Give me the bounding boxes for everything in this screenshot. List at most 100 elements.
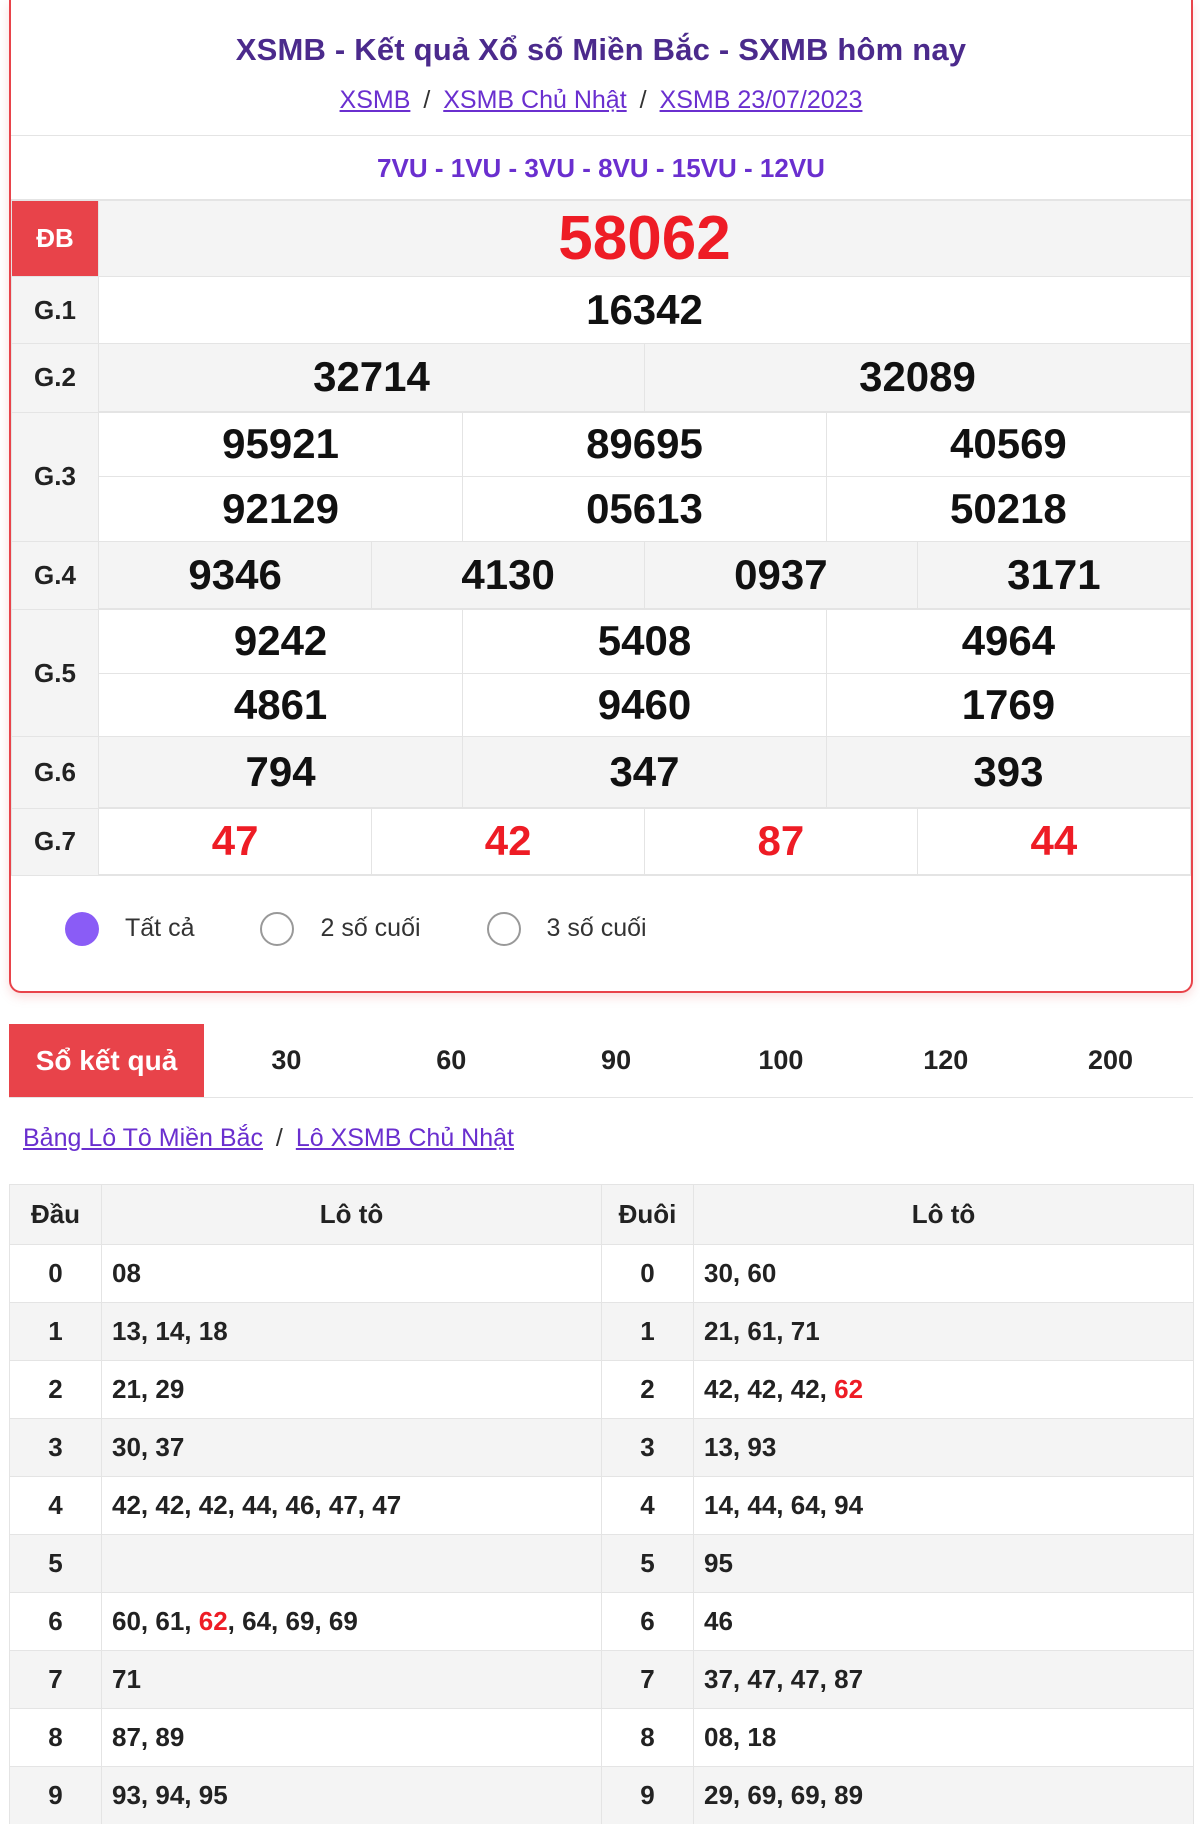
loto-separator: , [184, 1316, 199, 1346]
loto-digit: 8 [9, 1708, 102, 1767]
tab-100[interactable]: 100 [698, 1024, 863, 1097]
loto-separator: , [819, 1374, 835, 1404]
breadcrumb-separator: / [275, 1124, 283, 1152]
prize-number: 89695 [462, 412, 827, 477]
loto-row: 2 21, 29 2 42, 42, 42, 62 [9, 1360, 1194, 1419]
loto-digit: 1 [601, 1302, 694, 1361]
loto-number: 60 [112, 1606, 141, 1636]
loto-number: 87 [834, 1664, 864, 1694]
loto-number: 69 [747, 1780, 777, 1810]
loto-number: 71 [790, 1316, 820, 1346]
loto-number: 89 [155, 1722, 185, 1752]
prize-number: 50218 [950, 484, 1067, 532]
loto-separator: , [776, 1490, 791, 1520]
loto-separator: , [184, 1490, 199, 1520]
filter-option-last-3[interactable]: 3 số cuối [486, 911, 647, 946]
tab-120[interactable]: 120 [863, 1024, 1028, 1097]
loto-separator: , [819, 1664, 835, 1694]
breadcrumb-link-xsmb[interactable]: XSMB [340, 86, 411, 114]
loto-separator: , [140, 1316, 156, 1346]
loto-number: 13 [704, 1432, 733, 1462]
loto-separator: , [732, 1722, 748, 1752]
loto-number: 21 [704, 1316, 733, 1346]
prize-row-g5: G.5 9242 5408 4964 4861 9460 1769 [11, 609, 1191, 737]
prize-number: 0937 [644, 541, 918, 609]
radio-unselected-icon[interactable] [260, 911, 295, 946]
loto-number: 87 [112, 1722, 141, 1752]
loto-digit: 4 [9, 1476, 102, 1535]
loto-number: 08 [112, 1258, 141, 1288]
prize-label: G.4 [11, 540, 99, 610]
prize-number: 5408 [462, 610, 827, 674]
prize-number: 42 [371, 808, 645, 875]
loto-separator: , [140, 1432, 156, 1462]
prize-row-db: ĐB 58062 [11, 200, 1191, 277]
loto-list: 71 [101, 1650, 602, 1709]
loto-separator: , [314, 1606, 329, 1636]
filter-option-all[interactable]: Tất cả [65, 911, 194, 946]
tab-60[interactable]: 60 [369, 1024, 534, 1097]
prize-row-g2: G.2 32714 32089 [11, 343, 1191, 413]
breadcrumb-separator: / [423, 86, 431, 114]
prize-number: 4861 [99, 673, 464, 736]
loto-number: 46 [704, 1606, 733, 1636]
breadcrumb: XSMB / XSMB Chủ Nhật / XSMB 23/07/2023 [11, 86, 1191, 115]
loto-row: 6 60, 61, 62, 64, 69, 69 6 46 [9, 1592, 1194, 1651]
prize-label: G.3 [11, 411, 99, 542]
loto-number: 69 [790, 1780, 820, 1810]
prize-number: 9242 [99, 610, 464, 674]
column-header-loto: Lô tô [693, 1184, 1194, 1245]
loto-list: 30, 37 [101, 1418, 602, 1477]
breadcrumb-link-bang-lo-to[interactable]: Bảng Lô Tô Miền Bắc [23, 1124, 263, 1152]
loto-number: 47 [372, 1490, 402, 1520]
loto-number: 61 [155, 1606, 185, 1636]
loto-list: 29, 69, 69, 89 [693, 1766, 1194, 1824]
prize-number: 794 [99, 737, 464, 808]
tab-so-ket-qua[interactable]: Sổ kết quả [9, 1024, 204, 1097]
loto-number: 89 [834, 1780, 864, 1810]
loto-list: 37, 47, 47, 87 [693, 1650, 1194, 1709]
prize-number: 9346 [99, 541, 373, 609]
prize-number: 44 [917, 808, 1190, 875]
prize-number: 16342 [98, 276, 1191, 344]
loto-row: 7 71 7 37, 47, 47, 87 [9, 1650, 1194, 1709]
prize-number: 347 [462, 737, 827, 808]
filter-option-last-2[interactable]: 2 số cuối [260, 911, 421, 946]
loto-digit: 1 [9, 1302, 102, 1361]
prize-label: G.2 [11, 343, 99, 413]
loto-list: 42, 42, 42, 44, 46, 47, 47 [101, 1476, 602, 1535]
loto-digit: 8 [601, 1708, 694, 1767]
loto-separator: , [357, 1490, 373, 1520]
loto-number: 95 [704, 1548, 733, 1578]
loto-number: 18 [198, 1316, 228, 1346]
column-header-dau: Đầu [9, 1184, 102, 1245]
prize-row-g1: G.1 16342 [11, 276, 1191, 344]
radio-selected-icon[interactable] [65, 911, 99, 946]
loto-separator: , [732, 1258, 748, 1288]
breadcrumb-link-xsmb-chu-nhat[interactable]: XSMB Chủ Nhật [443, 86, 626, 114]
loto-number: 21 [112, 1374, 141, 1404]
tab-90[interactable]: 90 [534, 1024, 699, 1097]
loto-row: 4 42, 42, 42, 44, 46, 47, 47 4 14, 44, 64, … [9, 1476, 1194, 1535]
loto-separator: , [776, 1780, 791, 1810]
loto-number: 44 [747, 1490, 777, 1520]
prize-row-g7: G.7 47 42 87 44 [11, 807, 1191, 876]
tab-30[interactable]: 30 [204, 1024, 369, 1097]
loto-number: 08 [704, 1722, 733, 1752]
loto-list [101, 1534, 602, 1593]
prize-row-g4: G.4 9346 4130 0937 3171 [11, 540, 1191, 610]
loto-separator: , [140, 1780, 156, 1810]
breadcrumb-link-lo-xsmb-chu-nhat[interactable]: Lô XSMB Chủ Nhật [296, 1124, 514, 1152]
tab-200[interactable]: 200 [1028, 1024, 1193, 1097]
breadcrumb-link-date[interactable]: XSMB 23/07/2023 [660, 86, 863, 114]
loto-separator: , [227, 1490, 243, 1520]
loto-number: 42 [704, 1374, 733, 1404]
radio-unselected-icon[interactable] [486, 911, 521, 946]
loto-row: 0 08 0 30, 60 [9, 1244, 1194, 1303]
loto-number: 14 [155, 1316, 185, 1346]
loto-separator: , [776, 1374, 791, 1404]
loto-number: 94 [155, 1780, 185, 1810]
results-card: XSMB - Kết quả Xổ số Miền Bắc - SXMB hôm… [9, 0, 1193, 993]
loto-separator: , [227, 1606, 243, 1636]
results-table: ĐB 58062 G.1 16342 G.2 32714 32089 G.3 9… [11, 200, 1191, 876]
